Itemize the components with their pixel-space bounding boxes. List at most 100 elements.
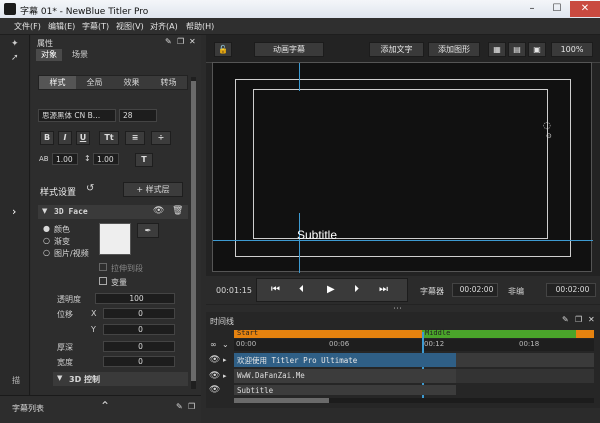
menu-title[interactable]: 字幕(T)	[82, 21, 109, 32]
tab-object[interactable]: 对象	[36, 49, 62, 61]
guide-horizontal[interactable]	[213, 240, 593, 241]
close-button[interactable]: ✕	[570, 1, 600, 17]
nle-duration-field[interactable]: 00:02:00	[546, 283, 596, 297]
font-family-select[interactable]: 思源黑体 CN B…	[38, 109, 116, 122]
valign-icon[interactable]: ÷	[151, 131, 171, 145]
time-ruler[interactable]: 00:00 00:06 00:12 00:18	[234, 339, 594, 351]
preset-select[interactable]: 动画字幕	[254, 42, 324, 57]
trash-icon[interactable]: 🗑	[172, 206, 183, 216]
align-icon[interactable]: ≡	[125, 131, 145, 145]
rotate-handle-icon[interactable]: ◌	[543, 121, 551, 131]
underline-button[interactable]: U	[76, 131, 90, 145]
subtitle-duration-field[interactable]: 00:02:00	[452, 283, 498, 297]
bold-button[interactable]: B	[40, 131, 54, 145]
ruler-icon[interactable]: ▤	[508, 42, 526, 57]
chevron-down-icon[interactable]: ⌄	[222, 340, 229, 349]
minimize-button[interactable]: –	[520, 1, 544, 17]
position-y-field[interactable]: 0	[103, 324, 175, 335]
close-panel-icon[interactable]: ✕	[588, 315, 595, 324]
safe-area-icon[interactable]: ▣	[528, 42, 546, 57]
control-section-header[interactable]: ▼ 3D 控制	[53, 372, 188, 386]
close-panel-icon[interactable]: ✕	[189, 37, 196, 46]
add-text-button[interactable]: 添加文字	[369, 42, 424, 57]
radio-image[interactable]: ○	[43, 248, 50, 257]
pin-icon[interactable]: ✦	[11, 39, 19, 49]
position-x-field[interactable]: 0	[103, 308, 175, 319]
subtab-effects[interactable]: 效果	[113, 76, 150, 89]
subtab-transition[interactable]: 转场	[150, 76, 187, 89]
maximize-button[interactable]: ☐	[545, 1, 569, 17]
subtab-global[interactable]: 全局	[76, 76, 113, 89]
chevron-up-icon[interactable]: ⌃	[100, 399, 110, 413]
tab-scene[interactable]: 场景	[67, 49, 93, 61]
stretch-checkbox[interactable]	[99, 263, 107, 271]
track-clip[interactable]	[456, 369, 594, 383]
timeline-hscrollbar[interactable]	[234, 398, 594, 403]
float-icon[interactable]: ❐	[177, 37, 184, 46]
line-spacing-field[interactable]: 1.00	[93, 153, 119, 165]
color-swatch[interactable]	[99, 223, 131, 255]
add-style-layer-button[interactable]: + 样式层	[123, 182, 183, 197]
grid-icon[interactable]: ▦	[488, 42, 506, 57]
menu-edit[interactable]: 编辑(E)	[48, 21, 75, 32]
menu-help[interactable]: 帮助(H)	[186, 21, 214, 32]
float-icon[interactable]: ❐	[575, 315, 582, 324]
subtab-style[interactable]: 样式	[39, 76, 76, 89]
pin-icon[interactable]: ✎	[176, 402, 183, 411]
char-spacing-field[interactable]: 1.00	[52, 153, 78, 165]
track-clip[interactable]	[456, 353, 594, 367]
preview-stage[interactable]: Subtitle ◌ ⊙	[212, 62, 593, 273]
expand-icon[interactable]: ▸	[223, 356, 227, 364]
scroll-thumb[interactable]	[191, 81, 196, 381]
skip-start-icon[interactable]: ⏮	[271, 284, 280, 295]
track-row[interactable]: 👁 ▸ WwW.DaFanZai.Me	[206, 369, 600, 383]
face-section-header[interactable]: ▼ 3D Face 👁 🗑	[38, 205, 188, 219]
properties-scrollbar[interactable]	[191, 77, 196, 389]
pin-icon[interactable]: ✎	[562, 315, 569, 324]
guide-vertical-bottom[interactable]	[299, 213, 300, 273]
track-clip[interactable]: Subtitle	[234, 385, 456, 395]
width-field[interactable]: 0	[103, 356, 175, 367]
float-icon[interactable]: ❐	[188, 402, 195, 411]
menu-file[interactable]: 文件(F)	[14, 21, 41, 32]
radio-color[interactable]: ●	[43, 224, 50, 233]
start-segment[interactable]: Start	[234, 329, 422, 338]
font-size-select[interactable]: 28	[119, 109, 157, 122]
lock-icon[interactable]: 🔓	[214, 42, 232, 57]
track-row[interactable]: 👁 Subtitle	[206, 385, 600, 395]
transform-checkbox[interactable]	[99, 277, 107, 285]
zoom-select[interactable]: 100%	[551, 42, 593, 57]
subtitle-text-object[interactable]: Subtitle	[297, 228, 337, 242]
reset-icon[interactable]: ↺	[86, 183, 94, 194]
text-transform-icon[interactable]: T	[135, 153, 153, 167]
menu-view[interactable]: 视图(V)	[116, 21, 144, 32]
eye-icon[interactable]: 👁	[209, 385, 220, 395]
link-icon[interactable]: ∞	[210, 340, 217, 349]
add-shape-button[interactable]: 添加图形	[428, 42, 480, 57]
skip-end-icon[interactable]: ⏭	[379, 284, 388, 295]
pin-icon[interactable]: ✎	[165, 37, 172, 46]
italic-button[interactable]: I	[58, 131, 72, 145]
eye-icon[interactable]: 👁	[209, 371, 220, 381]
end-segment[interactable]	[576, 330, 594, 338]
play-icon[interactable]: ▶	[327, 284, 335, 295]
scale-handle-icon[interactable]: ⊙	[546, 132, 552, 140]
step-back-icon[interactable]: ⏴	[299, 284, 304, 295]
radio-gradient[interactable]: ○	[43, 236, 50, 245]
eye-icon[interactable]: 👁	[153, 206, 164, 216]
menu-align[interactable]: 对齐(A)	[150, 21, 178, 32]
track-clip-selected[interactable]: 欢迎使用 Titler Pro Ultimate	[234, 353, 456, 367]
guide-vertical-top[interactable]	[299, 63, 300, 91]
expand-chevron-icon[interactable]: ›	[12, 205, 16, 218]
eye-icon[interactable]: 👁	[209, 355, 220, 365]
scroll-thumb[interactable]	[234, 398, 329, 403]
step-forward-icon[interactable]: ⏵	[354, 284, 359, 295]
expand-icon[interactable]: ▸	[223, 372, 227, 380]
arrow-tool-icon[interactable]: ➚	[11, 53, 19, 63]
opacity-field[interactable]: 100	[95, 293, 175, 304]
eyedropper-icon[interactable]: ✒	[137, 223, 159, 238]
track-clip[interactable]: WwW.DaFanZai.Me	[234, 369, 456, 383]
middle-segment[interactable]: Middle	[422, 329, 576, 338]
depth-field[interactable]: 0	[103, 341, 175, 352]
text-case-icon[interactable]: Tt	[99, 131, 119, 145]
